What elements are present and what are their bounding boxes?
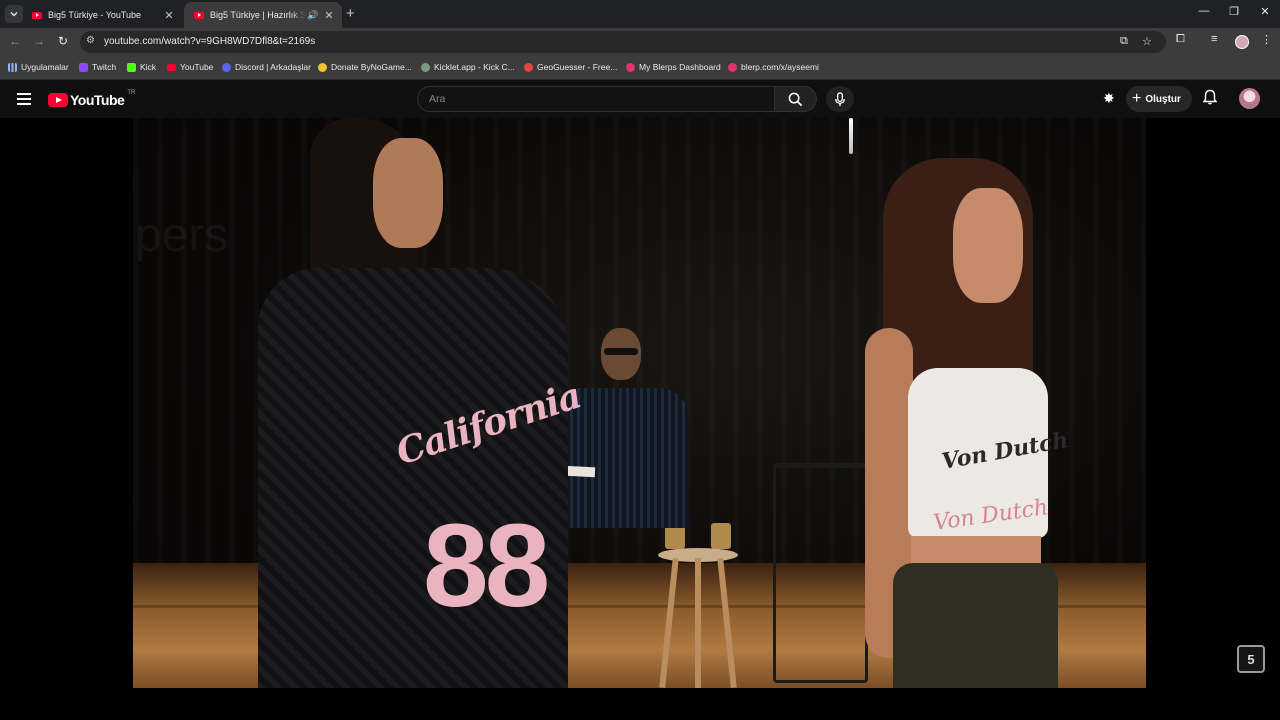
bookmark-youtube[interactable]: YouTube xyxy=(167,62,213,72)
media-controls-icon[interactable]: ≡ xyxy=(1211,33,1217,45)
apps-grid-icon xyxy=(8,62,17,72)
reload-icon[interactable]: ↻ xyxy=(55,34,71,48)
woman-left: California 88 xyxy=(258,118,618,688)
minimize-icon[interactable]: — xyxy=(1195,5,1213,17)
search-icon xyxy=(788,92,803,106)
wooden-stool xyxy=(658,548,738,688)
plus-icon: + xyxy=(1132,90,1142,107)
browser-profile-avatar[interactable] xyxy=(1235,35,1249,49)
site-info-icon[interactable]: ⚙ xyxy=(86,35,95,46)
bookmark-bynogame[interactable]: Donate ByNoGame... xyxy=(318,62,412,72)
bookmark-blerps-dashboard[interactable]: My Blerps Dashboard xyxy=(626,62,721,72)
bookmark-kick[interactable]: Kick xyxy=(127,62,156,72)
discord-icon xyxy=(222,62,231,72)
blerp-icon xyxy=(626,62,635,72)
address-bar[interactable]: ⚙ youtube.com/watch?v=9GH8WD7Dfl8&t=2169… xyxy=(80,31,1166,53)
browser-tab-2-active[interactable]: Big5 Türkiye | Hazırlık Sezonu 🔊 ✕ xyxy=(184,2,342,28)
voice-search-button[interactable] xyxy=(826,86,854,112)
youtube-favicon-icon xyxy=(32,11,42,19)
youtube-favicon-icon xyxy=(194,11,204,19)
video-frame[interactable]: pers California 88 Von Dutch Von Dutch xyxy=(133,118,1146,688)
chevron-down-icon xyxy=(10,12,18,17)
bookmark-kicklet[interactable]: Kicklet.app - Kick C... xyxy=(421,62,515,72)
browser-tab-1[interactable]: Big5 Türkiye - YouTube ✕ xyxy=(22,2,182,28)
bookmark-label: Donate ByNoGame... xyxy=(331,62,412,72)
bookmark-label: Discord | Arkadaşlar xyxy=(235,62,311,72)
bookmark-geoguesser[interactable]: GeoGuesser - Free... xyxy=(524,62,617,72)
bookmark-label: Kicklet.app - Kick C... xyxy=(434,62,515,72)
bookmark-label: Kick xyxy=(140,62,157,72)
search-button[interactable] xyxy=(775,86,817,112)
tab-title: Big5 Türkiye | Hazırlık Sezonu xyxy=(210,10,306,20)
kick-icon xyxy=(127,62,136,72)
region-code: TR xyxy=(127,90,136,96)
geoguesser-icon xyxy=(524,62,533,72)
logo-text: YouTube xyxy=(70,92,125,108)
url-text[interactable]: youtube.com/watch?v=9GH8WD7Dfl8&t=2169s xyxy=(104,36,315,47)
new-tab-button[interactable]: + xyxy=(346,5,355,22)
bookmark-uygulamalar[interactable]: Uygulamalar xyxy=(8,62,69,72)
user-avatar[interactable] xyxy=(1239,88,1260,109)
bookmark-label: YouTube xyxy=(180,62,214,72)
bookmarks-bar: Uygulamalar Twitch Kick YouTube Discord … xyxy=(0,56,1280,80)
search-box xyxy=(417,86,775,112)
window-close-icon[interactable]: ✕ xyxy=(1256,5,1274,18)
create-button[interactable]: + Oluştur xyxy=(1126,86,1192,112)
bookmark-label: Twitch xyxy=(92,62,117,72)
close-icon[interactable]: ✕ xyxy=(322,9,336,22)
browser-tab-strip: Big5 Türkiye - YouTube ✕ Big5 Türkiye | … xyxy=(0,0,1280,28)
video-player[interactable]: pers California 88 Von Dutch Von Dutch xyxy=(0,118,1280,720)
woman-right: Von Dutch Von Dutch xyxy=(853,158,1093,688)
bookmark-label: GeoGuesser - Free... xyxy=(537,62,618,72)
channel-watermark-icon[interactable]: 5 xyxy=(1237,645,1265,673)
bookmark-label: blerp.com/x/ayseemi xyxy=(741,62,819,72)
bookmark-twitch[interactable]: Twitch xyxy=(79,62,116,72)
shirt-number: 88 xyxy=(423,500,550,632)
youtube-icon xyxy=(167,63,176,71)
glass-cup xyxy=(711,523,731,549)
browser-menu-icon[interactable]: ⋮ xyxy=(1261,33,1272,46)
bookmark-label: My Blerps Dashboard xyxy=(639,62,721,72)
tab-search-button[interactable] xyxy=(5,5,23,23)
restore-icon[interactable]: ❐ xyxy=(1225,5,1243,18)
extensions-icon[interactable]: ⧠ xyxy=(1176,33,1185,46)
youtube-masthead: YouTube TR ✸ + Oluştur xyxy=(0,80,1280,118)
forward-arrow-icon[interactable]: → xyxy=(31,34,47,48)
bookmark-blerp-ayseemi[interactable]: blerp.com/x/ayseemi xyxy=(728,62,819,72)
close-icon[interactable]: ✕ xyxy=(162,9,176,22)
sparkle-icon[interactable]: ✸ xyxy=(1103,90,1115,107)
create-label: Oluştur xyxy=(1145,93,1181,105)
youtube-logo[interactable]: YouTube TR xyxy=(48,90,136,108)
tab-title: Big5 Türkiye - YouTube xyxy=(48,10,142,20)
wall-logo-watermark: pers xyxy=(135,209,229,262)
speaker-icon[interactable]: 🔊 xyxy=(306,10,320,21)
browser-toolbar: ← → ↻ ⚙ youtube.com/watch?v=9GH8WD7Dfl8&… xyxy=(0,28,1280,56)
youtube-play-icon xyxy=(48,93,68,107)
bynogame-icon xyxy=(318,62,327,72)
microphone-icon xyxy=(835,91,845,106)
blerp-icon xyxy=(728,62,737,72)
bookmark-star-icon[interactable]: ☆ xyxy=(1142,35,1152,48)
notifications-bell-icon[interactable] xyxy=(1202,89,1218,108)
back-arrow-icon[interactable]: ← xyxy=(7,34,23,48)
bookmark-discord[interactable]: Discord | Arkadaşlar xyxy=(222,62,311,72)
search-input[interactable] xyxy=(418,87,774,111)
kicklet-icon xyxy=(421,62,430,72)
twitch-icon xyxy=(79,62,88,72)
hamburger-menu-icon[interactable] xyxy=(17,93,31,105)
install-app-icon[interactable]: ⧉ xyxy=(1120,35,1128,48)
bookmark-label: Uygulamalar xyxy=(21,62,69,72)
microphone-stand xyxy=(849,118,853,154)
